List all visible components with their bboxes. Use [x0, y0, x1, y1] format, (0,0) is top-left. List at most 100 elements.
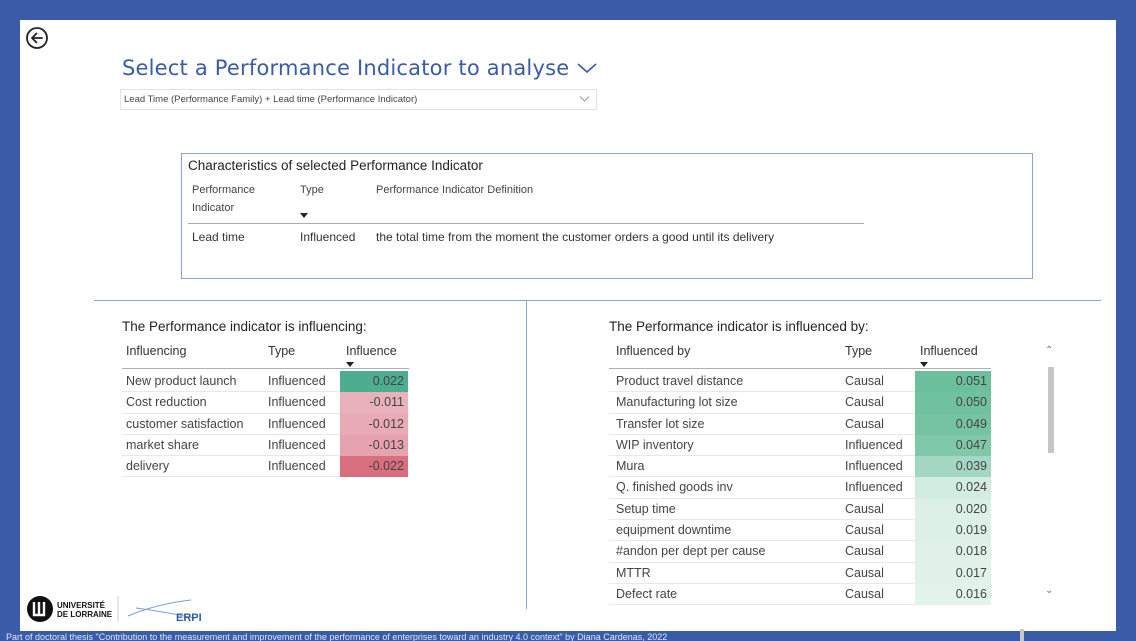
scrollbar-thumb[interactable]	[1048, 367, 1054, 453]
report-canvas: Select a Performance Indicator to analys…	[20, 20, 1116, 631]
row-name: customer satisfaction	[126, 416, 244, 431]
column-header-definition[interactable]: Performance Indicator Definition	[376, 181, 533, 199]
row-type: Causal	[845, 544, 884, 559]
table-row[interactable]: equipment downtime Causal 0.019	[609, 520, 991, 542]
row-value: 0.050	[915, 392, 991, 414]
row-type: Causal	[845, 523, 884, 538]
table-row[interactable]: customer satisfaction Influenced -0.012	[122, 413, 409, 435]
row-name: Q. finished goods inv	[616, 480, 733, 495]
column-header-influenced-by[interactable]: Influenced by	[616, 344, 690, 358]
row-value: 0.016	[915, 583, 991, 606]
definition-cell: the total time from the moment the custo…	[376, 230, 775, 244]
table-body: New product launch Influenced 0.022 Cost re…	[122, 371, 409, 478]
influencing-title: The Performance indicator is influencing…	[122, 319, 367, 334]
row-value: 0.049	[915, 413, 991, 435]
indicator-dropdown-value: Lead Time (Performance Family) + Lead ti…	[124, 94, 418, 105]
table-row[interactable]: New product launch Influenced 0.022	[122, 371, 409, 393]
university-logo: UNIVERSITÉ DE LORRAINE ERPI	[27, 596, 202, 624]
row-name: New product launch	[126, 374, 237, 388]
university-logo-line1: UNIVERSITÉ	[57, 601, 106, 610]
column-header-type[interactable]: Type	[845, 344, 872, 358]
sort-descending-icon	[346, 362, 354, 367]
indicator-cell: Lead time	[192, 230, 245, 244]
table-row[interactable]: Defect rate Causal 0.016	[609, 583, 991, 606]
row-type: Causal	[845, 501, 884, 516]
table-header: Influencing Type Influence	[122, 340, 409, 368]
row-value: -0.011	[340, 392, 408, 414]
column-header-type[interactable]: Type	[268, 344, 295, 358]
column-header-indicator[interactable]: Performance Indicator	[192, 181, 272, 217]
row-name: Manufacturing lot size	[616, 395, 738, 410]
row-value: 0.019	[915, 520, 991, 542]
column-header-influencing[interactable]: Influencing	[126, 344, 186, 358]
row-type: Causal	[845, 374, 884, 388]
row-type: Influenced	[268, 416, 326, 431]
section-divider-vertical	[526, 301, 528, 609]
row-value: 0.022	[340, 371, 408, 393]
page-title: Select a Performance Indicator to analys…	[122, 56, 570, 80]
row-type: Causal	[845, 565, 884, 580]
table-row[interactable]: Product travel distance Causal 0.051	[609, 371, 991, 393]
table-row[interactable]: Q. finished goods inv Influenced 0.024	[609, 477, 991, 499]
back-arrow-icon[interactable]	[25, 26, 49, 50]
chevron-down-icon[interactable]	[576, 60, 598, 76]
row-value: 0.024	[915, 477, 991, 499]
table-row[interactable]: Transfer lot size Causal 0.049	[609, 413, 991, 435]
table-row[interactable]: WIP inventory Influenced 0.047	[609, 434, 991, 457]
row-name: MTTR	[616, 565, 651, 580]
table-row[interactable]: delivery Influenced -0.022	[122, 456, 409, 478]
row-value: -0.013	[340, 434, 408, 457]
footer-credit: Part of doctoral thesis "Contribution to…	[6, 632, 668, 641]
column-header-type[interactable]: Type	[300, 181, 324, 199]
university-logo-line2: DE LORRAINE	[57, 610, 113, 619]
row-type: Influenced	[845, 459, 903, 474]
row-value: 0.039	[915, 456, 991, 478]
influenced-by-table: Influenced by Type Influenced Product tr…	[609, 340, 991, 606]
row-type: Causal	[845, 586, 884, 601]
influencing-table: Influencing Type Influence New product l…	[122, 340, 409, 478]
row-name: Setup time	[616, 501, 676, 516]
characteristics-title: Characteristics of selected Performance …	[188, 158, 483, 173]
row-name: delivery	[126, 459, 170, 474]
table-row[interactable]: MTTR Causal 0.017	[609, 562, 991, 584]
scroll-down-icon[interactable]: ⌄	[1045, 585, 1053, 596]
column-header-influenced[interactable]: Influenced	[920, 344, 978, 358]
row-name: Defect rate	[616, 586, 678, 601]
row-type: Influenced	[845, 437, 903, 452]
characteristics-panel: Characteristics of selected Performance …	[181, 153, 1033, 279]
row-value: -0.022	[340, 456, 408, 478]
section-divider-horizontal	[94, 300, 1101, 302]
row-name: Cost reduction	[126, 395, 207, 410]
table-row[interactable]: #andon per dept per cause Causal 0.018	[609, 541, 991, 563]
column-header-influence[interactable]: Influence	[346, 344, 397, 358]
footer-marker	[1020, 629, 1024, 641]
row-value: 0.020	[915, 498, 991, 521]
header-divider	[609, 368, 991, 369]
table-row[interactable]: Mura Influenced 0.039	[609, 456, 991, 478]
indicator-dropdown[interactable]: Lead Time (Performance Family) + Lead ti…	[120, 89, 597, 110]
row-name: Transfer lot size	[616, 416, 705, 431]
row-name: Mura	[616, 459, 645, 474]
row-type: Causal	[845, 395, 884, 410]
table-scrollbar[interactable]: ⌃ ⌄	[1045, 345, 1055, 600]
row-type: Influenced	[268, 395, 326, 410]
table-row[interactable]: Cost reduction Influenced -0.011	[122, 392, 409, 414]
scroll-up-icon[interactable]: ⌃	[1045, 345, 1053, 356]
header-divider	[188, 223, 864, 224]
row-type: Causal	[845, 416, 884, 431]
influenced-by-title: The Performance indicator is influenced …	[609, 319, 869, 334]
erpi-logo: ERPI	[176, 612, 202, 624]
row-name: equipment downtime	[616, 523, 732, 538]
row-type: Influenced	[268, 459, 326, 474]
type-cell: Influenced	[300, 230, 356, 244]
dropdown-chevron-icon	[579, 96, 590, 102]
header-divider	[122, 368, 409, 369]
row-name: market share	[126, 437, 199, 452]
row-type: Influenced	[268, 437, 326, 452]
row-value: 0.051	[915, 371, 991, 393]
table-row[interactable]: Setup time Causal 0.020	[609, 498, 991, 521]
row-name: Product travel distance	[616, 374, 744, 388]
table-row[interactable]: Manufacturing lot size Causal 0.050	[609, 392, 991, 414]
sort-descending-icon	[300, 213, 308, 218]
table-row[interactable]: market share Influenced -0.013	[122, 434, 409, 457]
